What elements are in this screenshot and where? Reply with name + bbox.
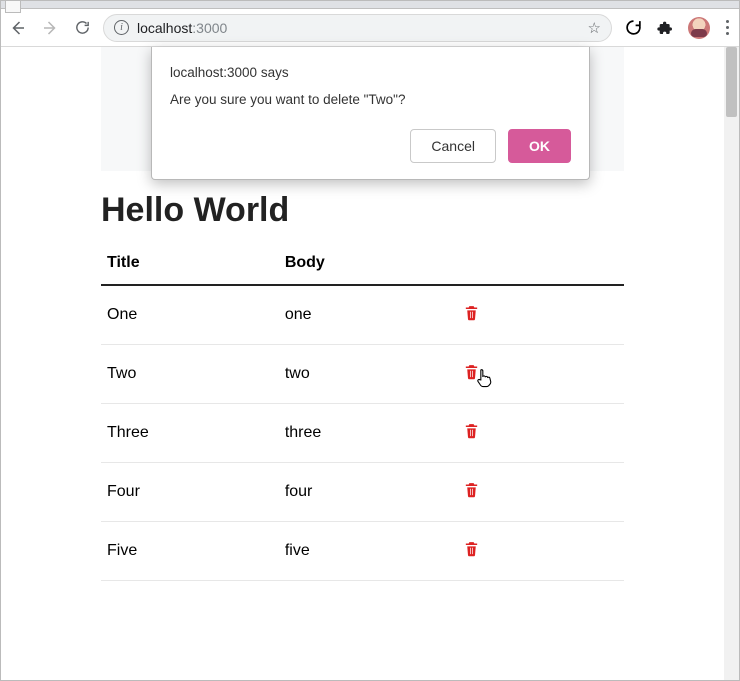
scrollbar-thumb[interactable] (726, 47, 737, 117)
dialog-message: Are you sure you want to delete "Two"? (170, 92, 571, 107)
delete-button[interactable] (463, 304, 480, 321)
reload-icon (74, 19, 91, 36)
url-port: :3000 (192, 20, 227, 36)
delete-button[interactable] (463, 422, 480, 439)
delete-button[interactable] (463, 540, 480, 557)
extension-refresh-button[interactable] (624, 19, 642, 37)
url-text: localhost:3000 (137, 20, 227, 36)
data-table: Title Body One one (101, 244, 624, 581)
profile-avatar[interactable] (688, 17, 710, 39)
trash-icon (463, 363, 480, 380)
cell-actions (457, 521, 624, 580)
table-row: One one (101, 285, 624, 345)
url-host: localhost (137, 20, 192, 36)
cell-title: Three (101, 403, 279, 462)
table-header-row: Title Body (101, 244, 624, 285)
tab-strip[interactable] (1, 1, 739, 9)
cell-body: five (279, 521, 457, 580)
cell-body: three (279, 403, 457, 462)
cell-actions (457, 285, 624, 345)
trash-icon (463, 304, 480, 321)
site-info-icon[interactable]: i (114, 20, 129, 35)
address-bar[interactable]: i localhost:3000 ☆ (103, 14, 612, 42)
delete-button[interactable] (463, 363, 480, 380)
cell-body: two (279, 344, 457, 403)
cancel-button[interactable]: Cancel (410, 129, 496, 163)
puzzle-icon (657, 20, 673, 36)
col-header-body: Body (279, 244, 457, 285)
browser-menu-button[interactable] (724, 18, 731, 37)
nav-button-group (9, 19, 91, 37)
confirm-dialog: localhost:3000 says Are you sure you wan… (151, 47, 590, 180)
refresh-circle-icon (625, 19, 642, 36)
col-header-title: Title (101, 244, 279, 285)
forward-button[interactable] (41, 19, 59, 37)
table-row: Two two (101, 344, 624, 403)
arrow-right-icon (41, 19, 59, 37)
main-content: Hello World Title Body One one (101, 191, 624, 581)
page-title: Hello World (101, 191, 624, 230)
table-row: Four four (101, 462, 624, 521)
dialog-button-row: Cancel OK (170, 129, 571, 163)
ok-button[interactable]: OK (508, 129, 571, 163)
browser-toolbar: i localhost:3000 ☆ (1, 9, 739, 47)
trash-icon (463, 481, 480, 498)
trash-icon (463, 540, 480, 557)
cell-actions (457, 344, 624, 403)
reload-button[interactable] (73, 19, 91, 37)
dialog-origin: localhost:3000 says (170, 65, 571, 80)
back-button[interactable] (9, 19, 27, 37)
arrow-left-icon (9, 19, 27, 37)
cell-body: one (279, 285, 457, 345)
col-header-actions (457, 244, 624, 285)
cell-actions (457, 462, 624, 521)
toolbar-right-group (624, 17, 731, 39)
table-row: Three three (101, 403, 624, 462)
cell-body: four (279, 462, 457, 521)
cell-title: Five (101, 521, 279, 580)
trash-icon (463, 422, 480, 439)
vertical-scrollbar[interactable] (724, 47, 739, 680)
cell-title: Four (101, 462, 279, 521)
extensions-button[interactable] (656, 19, 674, 37)
cell-title: Two (101, 344, 279, 403)
delete-button[interactable] (463, 481, 480, 498)
bookmark-star-icon[interactable]: ☆ (588, 19, 601, 37)
browser-window: i localhost:3000 ☆ a table row with a de… (0, 0, 740, 681)
table-row: Five five (101, 521, 624, 580)
cell-title: One (101, 285, 279, 345)
cell-actions (457, 403, 624, 462)
